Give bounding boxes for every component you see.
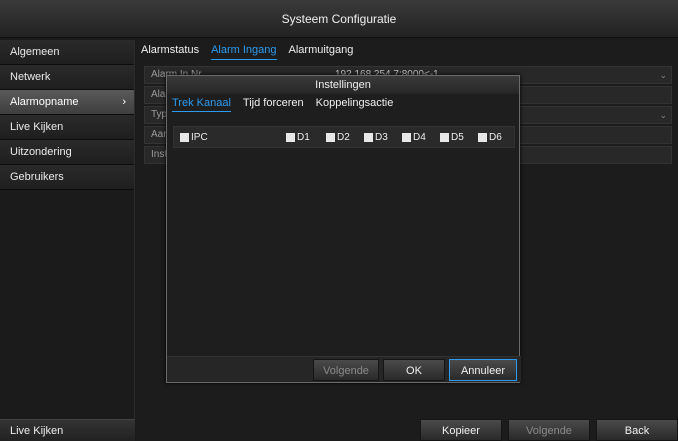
checkbox-icon bbox=[402, 132, 411, 142]
checkbox-d3[interactable]: D3 bbox=[364, 132, 388, 143]
checkbox-icon bbox=[478, 132, 487, 142]
window-title: Systeem Configuratie bbox=[281, 11, 397, 26]
checkbox-label: D3 bbox=[375, 131, 388, 143]
back-button[interactable]: Back bbox=[596, 419, 678, 441]
dropdown-arrow-icon: ⌄ bbox=[659, 70, 667, 80]
tab-koppelingsactie[interactable]: Koppelingsactie bbox=[316, 94, 394, 112]
checkbox-icon bbox=[440, 132, 449, 142]
sidebar-item-algemeen[interactable]: Algemeen bbox=[0, 40, 134, 65]
next-button[interactable]: Volgende bbox=[508, 419, 590, 441]
ok-button[interactable]: OK bbox=[383, 359, 445, 381]
checkbox-d1[interactable]: D1 bbox=[286, 132, 310, 143]
tab-tijd-forceren[interactable]: Tijd forceren bbox=[243, 94, 304, 112]
sidebar-item-alarmopname[interactable]: Alarmopname › bbox=[0, 90, 134, 115]
checkbox-label: D4 bbox=[413, 131, 426, 143]
sidebar-item-uitzondering[interactable]: Uitzondering bbox=[0, 140, 134, 165]
checkbox-d4[interactable]: D4 bbox=[402, 132, 426, 143]
cancel-button[interactable]: Annuleer bbox=[449, 359, 517, 381]
sidebar: Algemeen Netwerk Alarmopname › Live Kijk… bbox=[0, 40, 135, 441]
main-tabs: Alarmstatus Alarm Ingang Alarmuitgang bbox=[136, 40, 353, 60]
sidebar-item-label: Uitzondering bbox=[10, 146, 72, 158]
checkbox-label: D6 bbox=[489, 131, 502, 143]
live-view-label: Live Kijken bbox=[10, 425, 64, 437]
checkbox-label: D1 bbox=[297, 131, 310, 143]
live-view-button[interactable]: Live Kijken bbox=[0, 419, 135, 441]
checkbox-d2[interactable]: D2 bbox=[326, 132, 350, 143]
checkbox-d5[interactable]: D5 bbox=[440, 132, 464, 143]
dialog-tabs: Trek Kanaal Tijd forceren Koppelingsacti… bbox=[167, 94, 519, 112]
checkbox-d6[interactable]: D6 bbox=[478, 132, 502, 143]
tab-alarmstatus[interactable]: Alarmstatus bbox=[141, 40, 199, 60]
channel-checkbox-row: IPC D1 D2 D3 D4 D5 D6 bbox=[173, 126, 515, 148]
window-title-bar: Systeem Configuratie bbox=[0, 0, 678, 38]
copy-button[interactable]: Kopieer bbox=[420, 419, 502, 441]
sidebar-item-netwerk[interactable]: Netwerk bbox=[0, 65, 134, 90]
tab-trek-kanaal[interactable]: Trek Kanaal bbox=[172, 94, 231, 112]
checkbox-icon bbox=[364, 132, 373, 142]
tab-alarm-ingang[interactable]: Alarm Ingang bbox=[211, 40, 277, 60]
sidebar-item-label: Alarmopname bbox=[10, 96, 79, 108]
dialog-next-button[interactable]: Volgende bbox=[313, 359, 379, 381]
sidebar-item-label: Netwerk bbox=[10, 71, 51, 83]
bottom-button-bar: Kopieer Volgende Back bbox=[420, 419, 678, 441]
settings-label: Inst bbox=[151, 149, 168, 160]
checkbox-ipc[interactable]: IPC bbox=[180, 132, 208, 143]
tab-alarmuitgang[interactable]: Alarmuitgang bbox=[289, 40, 354, 60]
checkbox-label: D5 bbox=[451, 131, 464, 143]
checkbox-label: D2 bbox=[337, 131, 350, 143]
type-label: Typ bbox=[151, 109, 168, 120]
dropdown-arrow-icon: ⌄ bbox=[659, 110, 667, 120]
checkbox-label: IPC bbox=[191, 131, 208, 143]
dialog-footer: Volgende OK Annuleer bbox=[167, 356, 521, 382]
settings-dialog: Instellingen Trek Kanaal Tijd forceren K… bbox=[166, 75, 521, 383]
checkbox-icon bbox=[180, 132, 189, 142]
chevron-right-icon: › bbox=[122, 96, 126, 108]
sidebar-item-label: Algemeen bbox=[10, 46, 60, 58]
dialog-title: Instellingen bbox=[167, 76, 519, 94]
sidebar-item-live-kijken[interactable]: Live Kijken bbox=[0, 115, 134, 140]
checkbox-icon bbox=[326, 132, 335, 142]
alarm-name-label: Ala bbox=[151, 89, 166, 100]
sidebar-item-label: Gebruikers bbox=[10, 171, 64, 183]
sidebar-item-label: Live Kijken bbox=[10, 121, 64, 133]
checkbox-icon bbox=[286, 132, 295, 142]
sidebar-item-gebruikers[interactable]: Gebruikers bbox=[0, 165, 134, 190]
